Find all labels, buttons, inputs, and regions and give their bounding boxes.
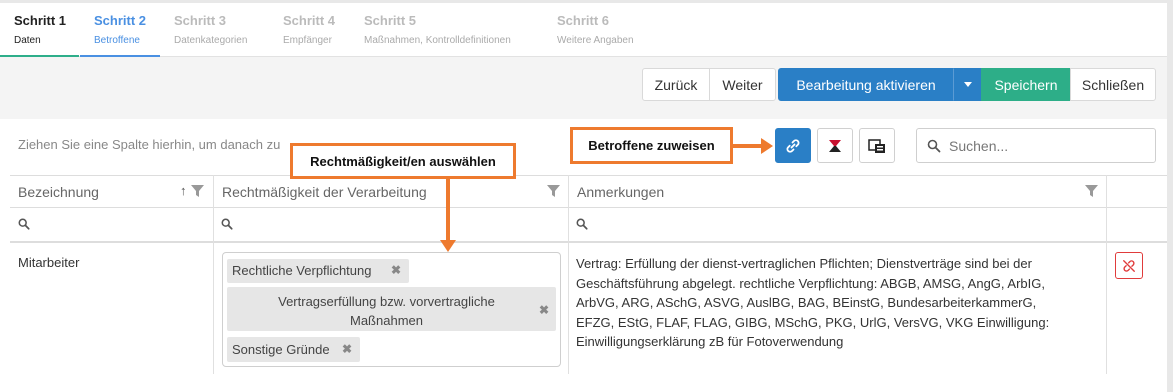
- row-notes: Vertrag: Erfüllung der dienst-vertraglic…: [576, 256, 1050, 349]
- filter-clear-icon: [829, 139, 841, 152]
- search-icon[interactable]: [221, 218, 233, 230]
- unlink-button[interactable]: [1115, 252, 1143, 279]
- enable-edit-button[interactable]: Bearbeitung aktivieren: [778, 68, 954, 101]
- remove-tag-icon[interactable]: ✖: [342, 342, 352, 356]
- callout-assign: Betroffene zuweisen: [570, 127, 733, 164]
- group-panel-hint: Ziehen Sie eine Spalte hierhin, um danac…: [18, 137, 281, 152]
- search-icon: [927, 139, 941, 152]
- step-title: Schritt 3: [174, 13, 227, 28]
- column-header-label: Rechtmäßigkeit der Verarbeitung: [222, 183, 427, 200]
- tag-contract[interactable]: Vertragserfüllung bzw. vorvertragliche M…: [227, 287, 556, 331]
- step-subtitle: Betroffene: [94, 35, 140, 46]
- tag-other-reasons[interactable]: Sonstige Gründe ✖: [227, 337, 360, 362]
- wizard-stepper: Schritt 1 Daten Schritt 2 Betroffene Sch…: [0, 0, 1167, 57]
- save-button[interactable]: Speichern: [981, 68, 1071, 101]
- tag-legal-obligation[interactable]: Rechtliche Verpflichtung ✖: [227, 259, 409, 283]
- step-title: Schritt 4: [283, 13, 336, 28]
- step-5[interactable]: Schritt 5 Maßnahmen, Kontrolldefinitione…: [364, 3, 511, 57]
- unlink-icon: [1123, 259, 1135, 272]
- column-divider: [568, 175, 569, 374]
- step-4[interactable]: Schritt 4 Empfänger: [283, 3, 335, 57]
- next-button[interactable]: Weiter: [709, 68, 776, 101]
- remove-tag-icon[interactable]: ✖: [391, 263, 401, 277]
- sort-asc-icon[interactable]: ↑: [180, 183, 187, 198]
- link-icon: [786, 138, 800, 153]
- column-header-actions: [1107, 175, 1167, 208]
- callout-arrow: [733, 144, 763, 148]
- step-subtitle: Maßnahmen, Kontrolldefinitionen: [364, 35, 511, 46]
- lawfulness-tagbox[interactable]: Rechtliche Verpflichtung ✖ Vertragserfül…: [222, 252, 561, 367]
- filter-icon[interactable]: [547, 185, 560, 197]
- column-divider: [1106, 175, 1107, 374]
- search-icon[interactable]: [18, 218, 30, 230]
- step-title: Schritt 6: [557, 13, 610, 28]
- step-underline: [80, 55, 160, 57]
- edit-dropdown-toggle[interactable]: [953, 68, 982, 101]
- step-title: Schritt 5: [364, 13, 417, 28]
- callout-arrowhead: [440, 240, 456, 252]
- search-input[interactable]: [949, 137, 1149, 154]
- step-title: Schritt 2: [94, 13, 147, 28]
- search-icon[interactable]: [576, 218, 588, 230]
- filter-icon[interactable]: [191, 185, 204, 197]
- tag-label: Vertragserfüllung bzw. vorvertragliche M…: [278, 294, 495, 328]
- column-header-name[interactable]: Bezeichnung ↑: [10, 175, 214, 208]
- caret-down-icon: [963, 82, 972, 87]
- step-3[interactable]: Schritt 3 Datenkategorien: [174, 3, 247, 57]
- step-title: Schritt 1: [14, 13, 67, 28]
- column-header-label: Bezeichnung: [18, 183, 99, 200]
- column-divider: [213, 175, 214, 374]
- clear-filter-button[interactable]: [817, 128, 853, 163]
- step-subtitle: Datenkategorien: [174, 35, 248, 46]
- tag-label: Sonstige Gründe: [232, 342, 330, 357]
- close-button[interactable]: Schließen: [1070, 68, 1156, 101]
- step-underline: [0, 55, 79, 57]
- callout-arrow: [446, 179, 450, 241]
- step-1[interactable]: Schritt 1 Daten: [0, 3, 79, 57]
- remove-tag-icon[interactable]: ✖: [539, 301, 549, 320]
- back-button[interactable]: Zurück: [642, 68, 710, 101]
- grid-search[interactable]: [916, 128, 1156, 163]
- filter-icon[interactable]: [1085, 185, 1098, 197]
- tag-label: Rechtliche Verpflichtung: [232, 263, 372, 278]
- assign-button[interactable]: [775, 128, 811, 163]
- step-subtitle: Daten: [14, 35, 41, 46]
- row-name: Mitarbeiter: [18, 255, 80, 270]
- step-6[interactable]: Schritt 6 Weitere Angaben: [557, 3, 634, 57]
- step-subtitle: Weitere Angaben: [557, 35, 634, 46]
- filter-row: [10, 208, 1167, 243]
- step-subtitle: Empfänger: [283, 35, 332, 46]
- column-chooser-icon: [868, 138, 885, 153]
- callout-lawfulness: Rechtmäßigkeit/en auswählen: [290, 143, 516, 179]
- callout-arrowhead: [761, 138, 773, 154]
- page-scrollbar[interactable]: [1167, 0, 1173, 392]
- column-header-label: Anmerkungen: [577, 183, 665, 200]
- step-2[interactable]: Schritt 2 Betroffene: [80, 3, 160, 57]
- column-header-lawfulness[interactable]: Rechtmäßigkeit der Verarbeitung: [214, 175, 569, 208]
- column-header-notes[interactable]: Anmerkungen: [569, 175, 1107, 208]
- column-chooser-button[interactable]: [859, 128, 895, 163]
